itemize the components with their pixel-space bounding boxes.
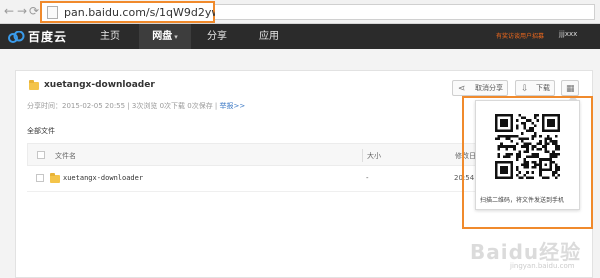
share-meta: 分享时间：2015-02-05 20:55 | 3次浏览 0次下载 0次保存 |… <box>27 101 245 111</box>
url-text[interactable]: pan.baidu.com/s/1qW9d2yw <box>64 6 220 19</box>
share-title: xuetangx-downloader <box>44 80 155 90</box>
watermark-url: jingyan.baidu.com <box>510 262 575 270</box>
cancel-share-label: 取消分享 <box>475 84 503 92</box>
nav-netdisk-label: 网盘 <box>152 31 173 42</box>
nav-apps-label: 应用 <box>259 31 279 42</box>
download-button[interactable]: ⇩ 下载 <box>515 80 555 96</box>
table-row[interactable]: xuetangx-downloader - 20:54 <box>27 166 487 192</box>
column-header-size[interactable]: 大小 <box>367 151 381 161</box>
share-meta-text: 分享时间：2015-02-05 20:55 | 3次浏览 0次下载 0次保存 | <box>27 102 218 110</box>
reload-icon[interactable]: ⟳ <box>29 4 39 18</box>
row-checkbox[interactable] <box>36 174 44 182</box>
nav-apps[interactable]: 应用 <box>247 24 291 49</box>
section-all-files: 全部文件 <box>27 127 55 135</box>
file-size: - <box>366 174 369 182</box>
page-icon <box>47 6 58 19</box>
cloud-logo-icon <box>8 30 25 43</box>
nav-home[interactable]: 主页 <box>85 24 135 49</box>
report-link[interactable]: 举报>> <box>220 102 246 110</box>
select-all-checkbox[interactable] <box>37 151 45 159</box>
qr-small-icon: ▦ <box>566 84 575 94</box>
file-name[interactable]: xuetangx-downloader <box>63 174 143 182</box>
highlight-box <box>462 96 593 229</box>
folder-icon <box>29 80 39 90</box>
promo-link[interactable]: 有奖访谈用户招募 <box>496 31 544 40</box>
nav-netdisk[interactable]: 网盘 ▾ <box>139 24 191 49</box>
column-divider <box>362 149 363 162</box>
table-header: 文件名 大小 修改日 <box>27 143 487 166</box>
nav-share[interactable]: 分享 <box>196 24 238 49</box>
qr-code-button[interactable]: ▦ <box>561 80 579 96</box>
logo[interactable]: 百度云 <box>8 27 67 46</box>
forward-icon[interactable]: → <box>17 4 27 18</box>
address-bar[interactable]: pan.baidu.com/s/1qW9d2yw <box>40 1 220 23</box>
watermark-logo: Baidu经验 <box>470 240 582 264</box>
download-label: 下载 <box>536 84 550 92</box>
folder-icon <box>50 173 60 183</box>
logo-text: 百度云 <box>28 30 68 44</box>
share-icon: ⋖ <box>458 84 466 94</box>
browser-toolbar: ← → ⟳ pan.baidu.com/s/1qW9d2yw <box>0 0 600 24</box>
nav-home-label: 主页 <box>100 31 120 42</box>
cancel-share-button[interactable]: ⋖ 取消分享 <box>452 80 508 96</box>
top-navigation: 百度云 主页 网盘 ▾ 分享 应用 有奖访谈用户招募 jjjxxx <box>0 24 600 49</box>
chevron-down-icon: ▾ <box>174 33 178 41</box>
username[interactable]: jjjxxx <box>559 30 577 38</box>
back-icon[interactable]: ← <box>4 4 14 18</box>
download-icon: ⇩ <box>521 84 529 94</box>
column-header-name[interactable]: 文件名 <box>55 151 76 161</box>
nav-share-label: 分享 <box>207 31 227 42</box>
address-bar-extension[interactable] <box>215 4 595 20</box>
